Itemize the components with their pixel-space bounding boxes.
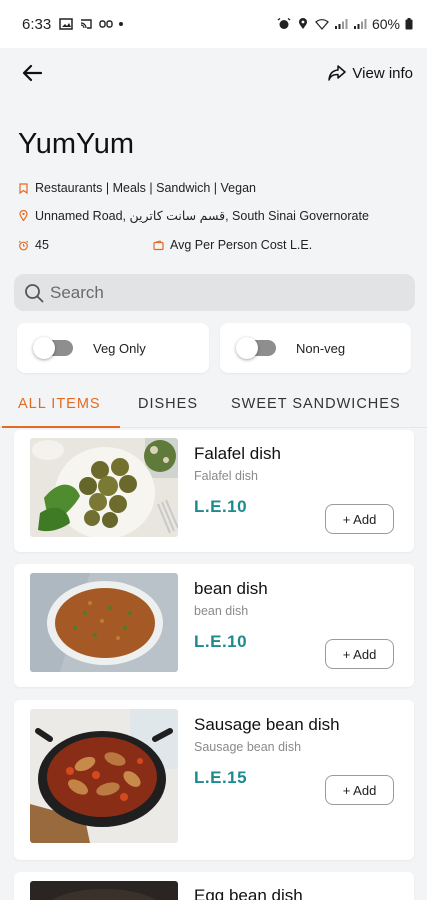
restaurant-categories: Restaurants | Meals | Sandwich | Vegan bbox=[35, 181, 256, 195]
restaurant-name: YumYum bbox=[18, 128, 135, 160]
search-input[interactable] bbox=[50, 282, 390, 303]
search-bar[interactable] bbox=[14, 274, 415, 311]
view-info-label: View info bbox=[352, 64, 413, 82]
restaurant-categories-row: Restaurants | Meals | Sandwich | Vegan bbox=[18, 181, 256, 195]
non-veg-switch[interactable] bbox=[236, 337, 276, 359]
share-icon bbox=[328, 65, 347, 81]
back-button[interactable] bbox=[20, 61, 44, 85]
delivery-time: 45 bbox=[18, 238, 49, 252]
menu-item-card[interactable]: Falafel dish Falafel dish L.E.10 + Add bbox=[14, 430, 414, 552]
switch-knob bbox=[33, 337, 55, 359]
egg-bean-dish-image bbox=[30, 881, 178, 900]
arrow-left-icon bbox=[22, 64, 42, 82]
alarm-icon bbox=[277, 18, 291, 29]
cast-icon bbox=[81, 19, 92, 29]
avg-cost-label: Avg Per Person Cost L.E. bbox=[170, 238, 313, 252]
item-description: Falafel dish bbox=[194, 469, 258, 483]
alarm-clock-icon bbox=[18, 240, 29, 250]
sausage-bean-dish-image bbox=[30, 709, 178, 843]
item-price: L.E.10 bbox=[194, 632, 248, 651]
system-icons: 60% bbox=[277, 16, 413, 32]
wifi-icon bbox=[315, 19, 329, 30]
wallet-icon bbox=[153, 239, 164, 250]
view-info-button[interactable]: View info bbox=[328, 65, 413, 82]
switch-knob bbox=[236, 337, 258, 359]
non-veg-filter[interactable]: Non-veg bbox=[220, 323, 411, 373]
add-to-cart-button[interactable]: + Add bbox=[325, 775, 394, 805]
restaurant-address-row: Unnamed Road, قسم سانت كاترين, South Sin… bbox=[18, 208, 369, 223]
search-icon bbox=[25, 283, 44, 302]
non-veg-label: Non-veg bbox=[296, 340, 346, 356]
delivery-time-value: 45 bbox=[35, 238, 49, 252]
battery-icon bbox=[405, 18, 413, 30]
item-price: L.E.15 bbox=[194, 768, 248, 787]
item-description: Sausage bean dish bbox=[194, 740, 302, 754]
restaurant-address: Unnamed Road, قسم سانت كاترين, South Sin… bbox=[35, 209, 369, 223]
tab-sweet-sandwiches[interactable]: SWEET SANDWICHES bbox=[231, 380, 401, 428]
avg-cost: Avg Per Person Cost L.E. bbox=[153, 238, 312, 252]
notification-icons bbox=[59, 18, 124, 30]
falafel-dish-image bbox=[30, 438, 178, 537]
active-tab-indicator bbox=[2, 426, 120, 428]
item-price: L.E.10 bbox=[194, 497, 248, 516]
veg-only-label: Veg Only bbox=[93, 340, 146, 356]
menu-item-card[interactable]: Egg bean dish bbox=[14, 872, 414, 900]
category-tabs: ALL ITEMS DISHES SWEET SANDWICHES bbox=[0, 380, 427, 428]
item-description: bean dish bbox=[194, 604, 249, 618]
signal-icon bbox=[334, 19, 348, 29]
veg-only-filter[interactable]: Veg Only bbox=[17, 323, 209, 373]
status-bar: 6:33 60% bbox=[0, 0, 427, 48]
signal-icon-2 bbox=[353, 19, 367, 29]
item-name: bean dish bbox=[194, 579, 268, 598]
restaurant-time-cost-row: 45 Avg Per Person Cost L.E. bbox=[18, 238, 418, 252]
top-app-bar: View info bbox=[0, 48, 427, 98]
item-name: Sausage bean dish bbox=[194, 715, 340, 734]
location-pin-icon bbox=[19, 210, 28, 221]
location-icon bbox=[298, 18, 307, 29]
more-notifications-dot bbox=[119, 22, 124, 26]
menu-item-card[interactable]: bean dish bean dish L.E.10 + Add bbox=[14, 564, 414, 687]
battery-percent: 60% bbox=[371, 16, 400, 32]
add-to-cart-button[interactable]: + Add bbox=[325, 639, 394, 669]
add-to-cart-button[interactable]: + Add bbox=[325, 504, 394, 534]
menu-item-card[interactable]: Sausage bean dish Sausage bean dish L.E.… bbox=[14, 700, 414, 860]
status-time: 6:33 bbox=[22, 15, 52, 33]
gallery-icon bbox=[59, 18, 73, 30]
tab-dishes[interactable]: DISHES bbox=[138, 380, 198, 428]
veg-only-switch[interactable] bbox=[33, 337, 73, 359]
item-name: Egg bean dish bbox=[194, 886, 303, 900]
bean-dish-image bbox=[30, 573, 178, 672]
tab-all-items[interactable]: ALL ITEMS bbox=[18, 380, 101, 428]
link-icon bbox=[99, 20, 113, 28]
bookmark-icon bbox=[19, 182, 28, 194]
item-name: Falafel dish bbox=[194, 444, 281, 463]
